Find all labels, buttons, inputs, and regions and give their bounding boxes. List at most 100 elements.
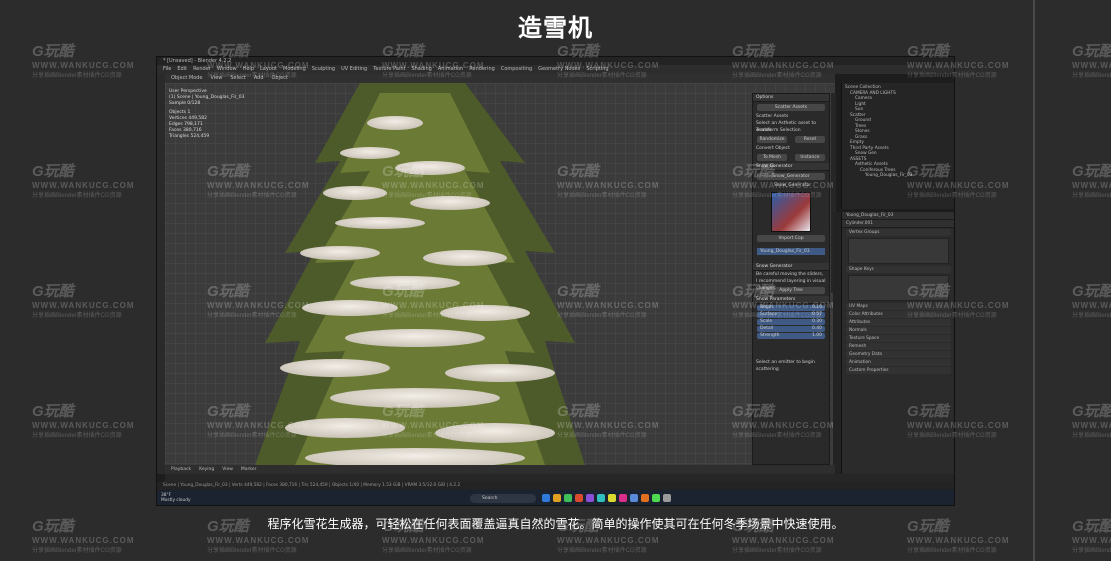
properties-object-name: Young_Douglas_Fir_03	[842, 212, 954, 220]
watermark-url: WWW.WANKUCG.COM	[1072, 61, 1111, 70]
instance-button[interactable]: Instance	[795, 154, 825, 161]
menu-item[interactable]: Edit	[177, 65, 187, 74]
watermark-brand: G玩酷	[1072, 163, 1111, 180]
reset-button[interactable]: Reset	[795, 136, 825, 143]
panel-tab[interactable]: Options	[753, 94, 829, 102]
snow-parameters-header[interactable]: Snow Parameters	[753, 296, 829, 304]
header-item[interactable]: Select	[230, 74, 245, 83]
menu-item[interactable]: Shading	[411, 65, 431, 74]
header-item[interactable]: Object	[272, 74, 288, 83]
timeline-menu[interactable]: Keying	[199, 465, 214, 474]
timeline[interactable]	[165, 474, 954, 482]
viewport-stats: User Perspective (1) Scene | Young_Dougl…	[169, 89, 244, 140]
app-icon[interactable]	[652, 494, 660, 502]
snow-generator-subheader[interactable]: Snow Generator	[753, 263, 829, 271]
watermark-sub: 分享插画Blender素材插件CG资源	[32, 433, 122, 439]
menu-item[interactable]: Help	[243, 65, 254, 74]
app-icon[interactable]	[553, 494, 561, 502]
snow-slider[interactable]: Detail 0.40	[757, 326, 825, 332]
properties-section[interactable]: Normals	[846, 327, 951, 334]
properties-section[interactable]: UV Maps	[846, 303, 951, 310]
header-item[interactable]: Add	[254, 74, 264, 83]
menu-item[interactable]: Modeling	[283, 65, 306, 74]
weather-widget[interactable]: 38°F Mostly cloudy	[161, 493, 191, 503]
timeline-header: Playback Keying View Marker	[165, 465, 835, 474]
menu-item[interactable]: UV Editing	[341, 65, 367, 74]
snow-slider[interactable]: Strength 1.00	[757, 333, 825, 339]
to-mesh-button[interactable]: To Mesh	[757, 154, 787, 161]
status-bar: Scene | Young_Douglas_Fir_03 | Verts 449…	[157, 482, 954, 490]
convert-label: Convert Object	[756, 146, 790, 151]
menu-item[interactable]: Geometry Nodes	[538, 65, 580, 74]
transform-label: Transform Selection	[756, 128, 801, 133]
properties-tabs[interactable]	[833, 212, 841, 474]
note-line-1: Be careful moving the sliders,	[756, 272, 824, 277]
watermark-sub: 分享插画Blender素材插件CG资源	[1072, 548, 1111, 554]
menu-item[interactable]: Sculpting	[312, 65, 335, 74]
menu-item[interactable]: Render	[193, 65, 211, 74]
properties-section[interactable]: Geometry Data	[846, 351, 951, 358]
app-icon[interactable]	[608, 494, 616, 502]
outliner-item[interactable]: Young_Douglas_Fir_03	[845, 173, 952, 179]
menu-item[interactable]: Rendering	[469, 65, 495, 74]
properties-list[interactable]	[848, 275, 949, 301]
timeline-menu[interactable]: Marker	[241, 465, 257, 474]
app-icon[interactable]	[575, 494, 583, 502]
randomize-button[interactable]: Randomize	[757, 136, 787, 143]
snow-generator-thumbnail[interactable]	[771, 192, 811, 232]
app-icon[interactable]	[586, 494, 594, 502]
app-icon[interactable]	[597, 494, 605, 502]
menu-item[interactable]: Texture Paint	[373, 65, 405, 74]
toolbar	[157, 74, 165, 474]
properties-section[interactable]: Attributes	[846, 319, 951, 326]
watermark-sub: 分享插画Blender素材插件CG资源	[557, 548, 647, 554]
app-icon[interactable]	[542, 494, 550, 502]
watermark-brand: G玩酷	[32, 163, 74, 180]
stats-samples: Sample 0/128	[169, 101, 201, 106]
watermark-url: WWW.WANKUCG.COM	[1072, 421, 1111, 430]
app-icon[interactable]	[564, 494, 572, 502]
properties-section[interactable]: Custom Properties	[846, 367, 951, 374]
snow-slider[interactable]: Begin 0.10	[757, 305, 825, 311]
app-icon[interactable]	[630, 494, 638, 502]
properties-section[interactable]: Remesh	[846, 343, 951, 350]
snow-slider[interactable]: Scale 0.30	[757, 319, 825, 325]
header-item[interactable]: View	[211, 74, 223, 83]
watermark-sub: 分享插画Blender素材插件CG资源	[32, 313, 122, 319]
menu-item[interactable]: Layout	[260, 65, 277, 74]
import-button[interactable]: Import Cop	[757, 235, 825, 242]
app-icon[interactable]	[619, 494, 627, 502]
snow-slider[interactable]: Surface 0.57	[757, 312, 825, 318]
watermark: G玩酷WWW.WANKUCG.COM 分享插画Blender素材插件CG资源	[1072, 160, 1111, 199]
properties-list[interactable]	[848, 238, 949, 264]
app-icon[interactable]	[663, 494, 671, 502]
properties-section[interactable]: Animation	[846, 359, 951, 366]
3d-viewport[interactable]: User Perspective (1) Scene | Young_Dougl…	[165, 83, 835, 465]
header-item[interactable]: Object Mode	[171, 74, 203, 83]
blender-screenshot: * [Unsaved] - Blender 4.2.2 File Edit Rend…	[156, 56, 955, 506]
right-divider	[1033, 0, 1035, 561]
properties-data-name[interactable]: Cylinder.001	[842, 220, 954, 228]
snow-parameter-sliders: Begin 0.10 Surface 0.57 Scale 0.30 Detail 0.40 S…	[753, 305, 829, 339]
properties-section[interactable]: Vertex Groups	[846, 229, 951, 236]
taskbar-search[interactable]: Search	[470, 494, 536, 503]
watermark-brand: G玩酷	[32, 403, 74, 420]
timeline-menu[interactable]: Playback	[171, 465, 191, 474]
properties-section[interactable]: Color Attributes	[846, 311, 951, 318]
watermark: G玩酷WWW.WANKUCG.COM 分享插画Blender素材插件CG资源	[1072, 280, 1111, 319]
properties-section[interactable]: Shape Keys	[846, 266, 951, 273]
menu-item[interactable]: File	[163, 65, 171, 74]
weather-text: Mostly cloudy	[161, 498, 191, 503]
menu-item[interactable]: Compositing	[501, 65, 532, 74]
timeline-menu[interactable]: View	[222, 465, 233, 474]
properties-section[interactable]: Texture Space	[846, 335, 951, 342]
menu-item[interactable]: Animation	[438, 65, 464, 74]
app-icon[interactable]	[641, 494, 649, 502]
menu-item[interactable]: Window	[217, 65, 237, 74]
menu-item[interactable]: Scripting	[586, 65, 608, 74]
snow-generator-header[interactable]: Snow Generator	[753, 163, 829, 171]
selected-tree[interactable]: Young_Douglas_Fir_03	[757, 248, 825, 255]
scatter-assets-button[interactable]: Scatter Assets	[757, 104, 825, 111]
snow-generator-button[interactable]: Snow_Generator	[757, 173, 825, 180]
watermark: G玩酷WWW.WANKUCG.COM 分享插画Blender素材插件CG资源	[32, 400, 135, 439]
